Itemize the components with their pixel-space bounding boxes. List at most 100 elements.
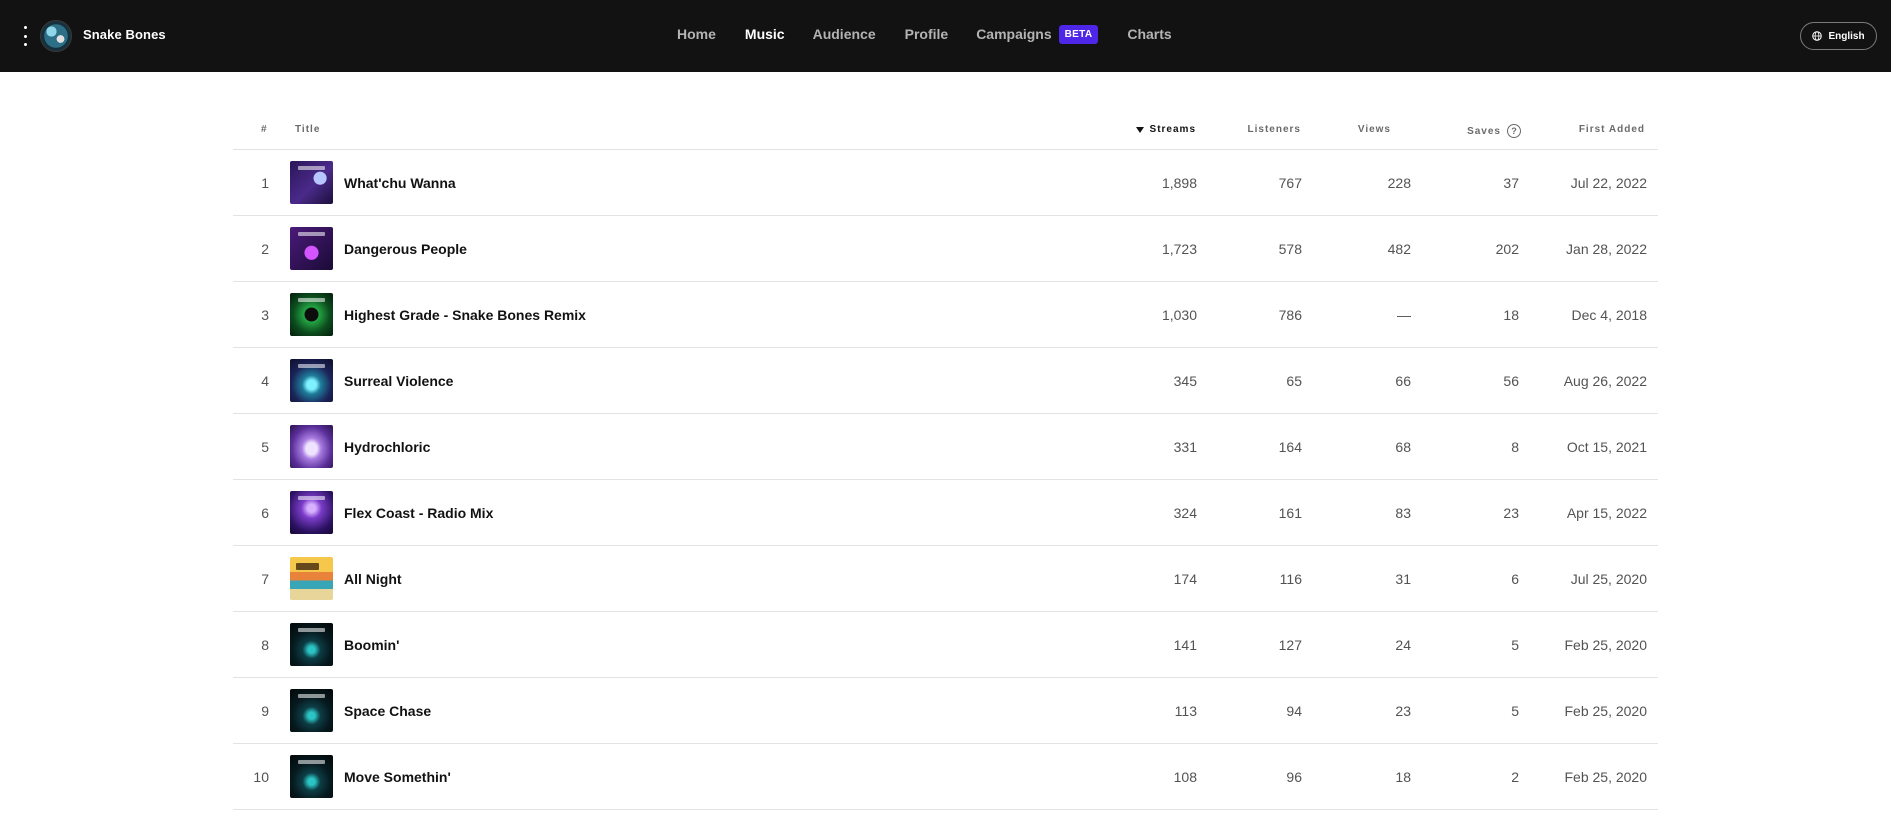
track-listeners: 127 <box>1278 636 1302 653</box>
track-title[interactable]: All Night <box>344 546 402 611</box>
track-first-added: Jan 28, 2022 <box>1566 240 1647 257</box>
album-art <box>290 359 333 402</box>
track-streams: 141 <box>1173 636 1197 653</box>
track-title[interactable]: Dangerous People <box>344 216 467 281</box>
album-art <box>290 293 333 336</box>
track-rank: 3 <box>261 306 269 323</box>
column-header-saves[interactable]: Saves ? <box>1467 124 1521 138</box>
track-saves: 37 <box>1503 174 1519 191</box>
column-header-views[interactable]: Views <box>1358 124 1391 135</box>
track-rank: 6 <box>261 504 269 521</box>
track-streams: 324 <box>1173 504 1197 521</box>
track-title[interactable]: What'chu Wanna <box>344 150 456 215</box>
track-title[interactable]: Highest Grade - Snake Bones Remix <box>344 282 586 347</box>
column-header-title: Title <box>295 124 321 135</box>
track-title[interactable]: Boomin' <box>344 612 399 677</box>
nav-home[interactable]: Home <box>677 26 716 42</box>
track-streams: 113 <box>1174 702 1197 719</box>
top-navigation-bar: Snake Bones Home Music Audience Profile … <box>0 0 1891 72</box>
track-saves: 2 <box>1511 768 1519 785</box>
track-listeners: 161 <box>1278 504 1302 521</box>
table-row[interactable]: 4 Surreal Violence 345 65 66 56 Aug 26, … <box>233 348 1658 414</box>
help-icon[interactable]: ? <box>1507 124 1521 138</box>
track-title[interactable]: Surreal Violence <box>344 348 453 413</box>
sort-descending-icon <box>1135 126 1144 133</box>
track-title[interactable]: Hydrochloric <box>344 414 430 479</box>
track-streams: 1,898 <box>1161 174 1197 191</box>
main-nav: Home Music Audience Profile Campaigns BE… <box>677 0 1172 72</box>
track-title[interactable]: Flex Coast - Radio Mix <box>344 480 493 545</box>
track-title[interactable]: Space Chase <box>344 678 431 743</box>
album-art <box>290 557 333 600</box>
track-saves: 6 <box>1511 570 1519 587</box>
album-art <box>290 689 333 732</box>
table-row[interactable]: 2 Dangerous People 1,723 578 482 202 Jan… <box>233 216 1658 282</box>
track-views: 83 <box>1395 504 1411 521</box>
more-options-icon[interactable] <box>19 26 31 46</box>
track-rank: 7 <box>261 570 269 587</box>
album-art <box>290 623 333 666</box>
table-row[interactable]: 6 Flex Coast - Radio Mix 324 161 83 23 A… <box>233 480 1658 546</box>
album-art <box>290 755 333 798</box>
track-listeners: 578 <box>1278 240 1302 257</box>
track-rank: 8 <box>261 636 269 653</box>
track-views: 482 <box>1387 240 1411 257</box>
nav-charts[interactable]: Charts <box>1127 26 1171 42</box>
track-saves: 18 <box>1503 306 1519 323</box>
track-listeners: 164 <box>1278 438 1302 455</box>
column-header-listeners[interactable]: Listeners <box>1248 124 1301 135</box>
track-views: 228 <box>1387 174 1411 191</box>
column-header-streams[interactable]: Streams <box>1135 124 1196 135</box>
nav-campaigns-label: Campaigns <box>976 26 1052 42</box>
track-first-added: Jul 22, 2022 <box>1570 174 1647 191</box>
track-saves: 56 <box>1503 372 1519 389</box>
artist-avatar[interactable] <box>40 20 72 52</box>
track-streams: 1,723 <box>1161 240 1197 257</box>
track-views: 18 <box>1395 768 1411 785</box>
track-listeners: 767 <box>1278 174 1302 191</box>
nav-audience[interactable]: Audience <box>813 26 876 42</box>
table-row[interactable]: 1 What'chu Wanna 1,898 767 228 37 Jul 22… <box>233 150 1658 216</box>
track-first-added: Feb 25, 2020 <box>1564 636 1647 653</box>
track-streams: 108 <box>1173 768 1197 785</box>
track-first-added: Oct 15, 2021 <box>1566 438 1647 455</box>
table-row[interactable]: 3 Highest Grade - Snake Bones Remix 1,03… <box>233 282 1658 348</box>
track-streams: 345 <box>1173 372 1197 389</box>
track-first-added: Dec 4, 2018 <box>1571 306 1648 323</box>
track-rank: 9 <box>261 702 269 719</box>
track-saves: 8 <box>1511 438 1519 455</box>
column-header-first-added[interactable]: First Added <box>1579 124 1645 135</box>
table-row[interactable]: 5 Hydrochloric 331 164 68 8 Oct 15, 2021 <box>233 414 1658 480</box>
track-streams: 1,030 <box>1161 306 1197 323</box>
track-views: 31 <box>1395 570 1411 587</box>
beta-badge: BETA <box>1058 24 1099 44</box>
track-saves: 23 <box>1503 504 1519 521</box>
language-label: English <box>1828 30 1865 42</box>
track-rank: 5 <box>261 438 269 455</box>
track-listeners: 96 <box>1286 768 1302 785</box>
track-views: 68 <box>1395 438 1411 455</box>
table-row[interactable]: 8 Boomin' 141 127 24 5 Feb 25, 2020 <box>233 612 1658 678</box>
track-title[interactable]: Move Somethin' <box>344 744 451 809</box>
column-header-streams-label: Streams <box>1149 124 1196 135</box>
nav-profile[interactable]: Profile <box>905 26 949 42</box>
track-listeners: 65 <box>1286 372 1302 389</box>
album-art <box>290 425 333 468</box>
globe-icon <box>1812 31 1823 41</box>
nav-music[interactable]: Music <box>745 26 785 42</box>
track-listeners: 786 <box>1278 306 1302 323</box>
track-rank: 10 <box>253 768 269 785</box>
table-row[interactable]: 10 Move Somethin' 108 96 18 2 Feb 25, 20… <box>233 744 1658 810</box>
track-first-added: Apr 15, 2022 <box>1566 504 1647 521</box>
track-rank: 4 <box>261 372 269 389</box>
track-views: — <box>1397 306 1411 323</box>
column-header-saves-label: Saves <box>1467 125 1501 137</box>
language-button[interactable]: English <box>1800 22 1877 50</box>
nav-campaigns[interactable]: Campaigns BETA <box>976 24 1099 44</box>
artist-name[interactable]: Snake Bones <box>83 27 166 42</box>
track-views: 23 <box>1395 702 1411 719</box>
track-first-added: Jul 25, 2020 <box>1570 570 1647 587</box>
table-row[interactable]: 9 Space Chase 113 94 23 5 Feb 25, 2020 <box>233 678 1658 744</box>
track-first-added: Feb 25, 2020 <box>1564 702 1647 719</box>
table-row[interactable]: 7 All Night 174 116 31 6 Jul 25, 2020 <box>233 546 1658 612</box>
